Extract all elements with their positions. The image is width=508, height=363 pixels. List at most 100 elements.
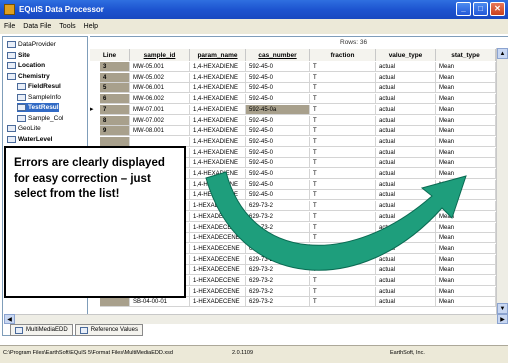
grid-cell-fraction[interactable]: T xyxy=(310,136,376,147)
grid-cell-cas-number[interactable]: 592-45-0 xyxy=(246,190,310,201)
grid-cell-stat-type[interactable]: Mean xyxy=(436,179,496,190)
close-button[interactable]: ✕ xyxy=(490,2,505,16)
grid-cell-param-name[interactable]: 1-HEXADECENE xyxy=(190,222,246,233)
grid-cell-sample-id[interactable]: MW-06.002 xyxy=(130,94,190,105)
grid-cell-param-name[interactable]: 1-HEXADECENE xyxy=(190,286,246,297)
scroll-up-icon[interactable]: ▲ xyxy=(497,48,508,59)
grid-cell-cas-number[interactable]: 629-73-2 xyxy=(246,243,310,254)
grid-cell-param-name[interactable]: 1,4-HEXADIENE xyxy=(190,83,246,94)
grid-cell-cas-number[interactable]: 629-73-2 xyxy=(246,211,310,222)
grid-cell-line[interactable]: 3 xyxy=(100,62,130,72)
grid-cell-fraction[interactable]: T xyxy=(310,211,376,222)
tree-item[interactable]: SampleInfo xyxy=(17,93,61,102)
grid-cell-stat-type[interactable]: Mean xyxy=(436,126,496,137)
tab-reference-values[interactable]: Reference Values xyxy=(74,324,143,336)
grid-cell-stat-type[interactable]: Mean xyxy=(436,286,496,297)
grid-cell-param-name[interactable]: 1-HEXADECENE xyxy=(190,254,246,265)
grid-cell-stat-type[interactable]: Mean xyxy=(436,190,496,201)
tree-item[interactable]: GeoLite xyxy=(7,124,41,133)
grid-cell-line[interactable]: 5 xyxy=(100,83,130,94)
menu-help[interactable]: Help xyxy=(84,23,98,30)
grid-cell-param-name[interactable]: 1-HEXADECENE xyxy=(190,201,246,212)
grid-cell-fraction[interactable]: T xyxy=(310,104,376,115)
horizontal-scrollbar[interactable]: ◀ ▶ xyxy=(4,314,508,324)
grid-cell-cas-number[interactable]: 592-45-0 xyxy=(246,115,310,126)
grid-cell-value-type[interactable]: actual xyxy=(376,276,436,286)
scroll-left-icon[interactable]: ◀ xyxy=(4,314,15,324)
grid-cell-cas-number[interactable]: 629-73-2 xyxy=(246,254,310,265)
tree-item[interactable]: WaterLevel xyxy=(7,135,52,144)
grid-cell-sample-id[interactable]: MW-07.002 xyxy=(130,115,190,126)
grid-cell-cas-number[interactable]: 592-45-0 xyxy=(246,169,310,179)
grid-cell-line[interactable]: 8 xyxy=(100,115,130,126)
grid-cell-value-type[interactable]: actual xyxy=(376,297,436,308)
column-header[interactable]: fraction xyxy=(310,49,376,61)
menu-data-file[interactable]: Data File xyxy=(23,23,51,30)
minimize-button[interactable]: _ xyxy=(456,2,471,16)
grid-cell-stat-type[interactable]: Mean xyxy=(436,62,496,72)
grid-cell-value-type[interactable]: actual xyxy=(376,243,436,254)
grid-cell-line[interactable]: 6 xyxy=(100,94,130,105)
grid-cell-cas-number[interactable]: 629-73-2 xyxy=(246,297,310,308)
grid-cell-cas-number[interactable]: 592-45-0 xyxy=(246,72,310,83)
grid-cell-fraction[interactable]: T xyxy=(310,83,376,94)
grid-cell-line[interactable] xyxy=(100,297,130,308)
grid-cell-cas-number[interactable]: 592-45-0a xyxy=(246,104,310,115)
grid-cell-value-type[interactable]: actual xyxy=(376,233,436,244)
table-row[interactable]: 7 MW-07.001 1,4-HEXADIENE 592-45-0a Tactual M… xyxy=(90,104,502,115)
menu-tools[interactable]: Tools xyxy=(59,23,75,30)
grid-cell-sample-id[interactable]: MW-06.001 xyxy=(130,83,190,94)
grid-cell-fraction[interactable]: T xyxy=(310,297,376,308)
tree-item[interactable]: Sample_Col xyxy=(17,114,63,123)
grid-cell-param-name[interactable]: 1,4-HEXADIENE xyxy=(190,169,246,179)
table-row[interactable]: 8 MW-07.002 1,4-HEXADIENE 592-45-0 Tactual Me… xyxy=(90,115,502,126)
tree-item[interactable]: Location xyxy=(7,61,45,70)
grid-cell-value-type[interactable]: actual xyxy=(376,254,436,265)
grid-cell-fraction[interactable]: T xyxy=(310,72,376,83)
grid-cell-param-name[interactable]: 1,4-HEXADIENE xyxy=(190,94,246,105)
grid-cell-param-name[interactable]: 1,4-HEXADIENE xyxy=(190,147,246,158)
grid-cell-param-name[interactable]: 1-HEXADECENE xyxy=(190,276,246,286)
grid-cell-param-name[interactable]: 1,4-HEXADIENE xyxy=(190,136,246,147)
vertical-scrollbar[interactable]: ▲ ▼ xyxy=(496,48,508,314)
table-row[interactable]: 5 MW-06.001 1,4-HEXADIENE 592-45-0 Tactual Me… xyxy=(90,83,502,94)
grid-cell-fraction[interactable]: T xyxy=(310,265,376,276)
grid-cell-cas-number[interactable]: 629-73-2 xyxy=(246,222,310,233)
scroll-down-icon[interactable]: ▼ xyxy=(497,303,508,314)
grid-cell-stat-type[interactable]: Mean xyxy=(436,169,496,179)
grid-cell-param-name[interactable]: 1,4-HEXADIENE xyxy=(190,126,246,137)
grid-cell-fraction[interactable]: T xyxy=(310,158,376,169)
grid-cell-fraction[interactable]: T xyxy=(310,94,376,105)
tree-item[interactable]: TestResul xyxy=(17,103,59,112)
grid-cell-fraction[interactable]: T xyxy=(310,276,376,286)
grid-cell-stat-type[interactable]: Mean xyxy=(436,233,496,244)
grid-cell-param-name[interactable]: 1,4-HEXADIENE xyxy=(190,158,246,169)
grid-cell-line[interactable]: 4 xyxy=(100,72,130,83)
grid-cell-param-name[interactable]: 1,4-HEXADIENE xyxy=(190,179,246,190)
grid-cell-value-type[interactable]: actual xyxy=(376,83,436,94)
grid-cell-value-type[interactable]: actual xyxy=(376,115,436,126)
grid-cell-sample-id[interactable]: MW-05.001 xyxy=(130,62,190,72)
grid-cell-cas-number[interactable]: 629-73-2 xyxy=(246,265,310,276)
grid-cell-stat-type[interactable]: Mean xyxy=(436,276,496,286)
grid-cell-cas-number[interactable]: 629-73-2 xyxy=(246,276,310,286)
menu-file[interactable]: File xyxy=(4,23,15,30)
grid-cell-stat-type[interactable]: Mean xyxy=(436,136,496,147)
grid-cell-param-name[interactable]: 1-HEXADECENE xyxy=(190,265,246,276)
grid-cell-cas-number[interactable]: 629-73-2 xyxy=(246,233,310,244)
grid-cell-param-name[interactable]: 1,4-HEXADIENE xyxy=(190,72,246,83)
grid-cell-stat-type[interactable]: Mean xyxy=(436,254,496,265)
grid-cell-stat-type[interactable]: Mean xyxy=(436,158,496,169)
table-row[interactable]: 6 MW-06.002 1,4-HEXADIENE 592-45-0 Tactual Me… xyxy=(90,94,502,105)
grid-cell-cas-number[interactable]: 592-45-0 xyxy=(246,136,310,147)
grid-cell-fraction[interactable]: T xyxy=(310,147,376,158)
grid-cell-fraction[interactable]: T xyxy=(310,201,376,212)
grid-cell-value-type[interactable]: actual xyxy=(376,286,436,297)
grid-cell-value-type[interactable]: actual xyxy=(376,94,436,105)
grid-cell-stat-type[interactable]: Mean xyxy=(436,147,496,158)
grid-cell-cas-number[interactable]: 592-45-0 xyxy=(246,83,310,94)
grid-cell-value-type[interactable]: actual xyxy=(376,211,436,222)
grid-cell-stat-type[interactable]: Mean xyxy=(436,201,496,212)
grid-cell-value-type[interactable]: actual xyxy=(376,169,436,179)
grid-cell-fraction[interactable]: T xyxy=(310,62,376,72)
